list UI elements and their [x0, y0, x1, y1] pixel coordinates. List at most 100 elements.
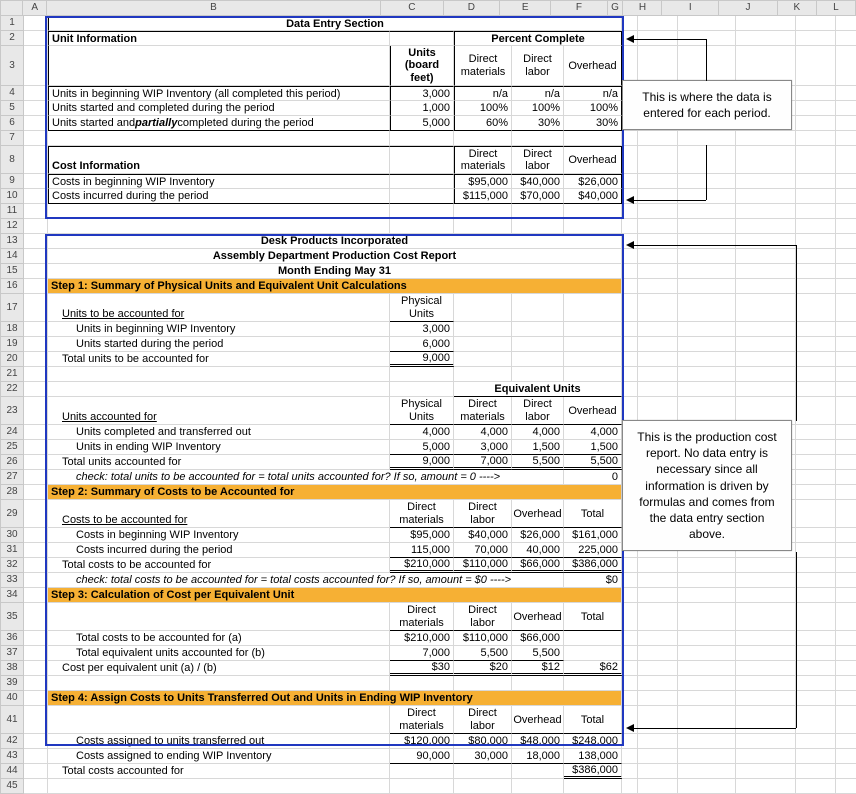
- row-2[interactable]: 2: [0, 31, 24, 46]
- row-18[interactable]: 18: [0, 322, 24, 337]
- col-H[interactable]: H: [623, 0, 662, 16]
- step3-header: Step 3: Calculation of Cost per Equivale…: [48, 588, 622, 603]
- row-10[interactable]: 10: [0, 189, 24, 204]
- row-35[interactable]: 35: [0, 603, 24, 631]
- arrow-line: [634, 39, 706, 40]
- row-37[interactable]: 37: [0, 646, 24, 661]
- unit-row-dl[interactable]: n/a: [512, 86, 564, 101]
- row-20[interactable]: 20: [0, 352, 24, 367]
- callout-text: This is where the data is entered for ea…: [642, 90, 771, 120]
- arrow-icon: [626, 724, 634, 732]
- col-C[interactable]: C: [381, 0, 444, 16]
- dm-hdr-1: Direct materials: [454, 46, 512, 86]
- row-28[interactable]: 28: [0, 485, 24, 500]
- arrow-line: [634, 245, 796, 246]
- brace-line: [796, 245, 797, 421]
- physical-units-hdr: Physical Units: [390, 294, 454, 322]
- row-16[interactable]: 16: [0, 279, 24, 294]
- brace-line: [706, 39, 707, 81]
- row-40[interactable]: 40: [0, 691, 24, 706]
- row-29[interactable]: 29: [0, 500, 24, 528]
- callout-text: This is the production cost report. No d…: [637, 430, 776, 541]
- row-27[interactable]: 27: [0, 470, 24, 485]
- corner-cell[interactable]: [0, 0, 23, 16]
- col-I[interactable]: I: [662, 0, 719, 16]
- row-44[interactable]: 44: [0, 764, 24, 779]
- row-38[interactable]: 38: [0, 661, 24, 676]
- row-31[interactable]: 31: [0, 543, 24, 558]
- report-title: Assembly Department Production Cost Repo…: [48, 249, 622, 264]
- row-7[interactable]: 7: [0, 131, 24, 146]
- row-30[interactable]: 30: [0, 528, 24, 543]
- row-45[interactable]: 45: [0, 779, 24, 794]
- units-board-feet-hdr: Units (board feet): [390, 46, 454, 86]
- cost-row-label: Costs in beginning WIP Inventory: [48, 174, 390, 189]
- row-19[interactable]: 19: [0, 337, 24, 352]
- row-25[interactable]: 25: [0, 440, 24, 455]
- col-E[interactable]: E: [500, 0, 551, 16]
- equivalent-units-hdr: Equivalent Units: [454, 382, 622, 397]
- row-17[interactable]: 17: [0, 294, 24, 322]
- row-36[interactable]: 36: [0, 631, 24, 646]
- col-D[interactable]: D: [444, 0, 501, 16]
- col-L[interactable]: L: [817, 0, 856, 16]
- callout-report: This is the production cost report. No d…: [622, 420, 792, 551]
- grid[interactable]: Data Entry Section Unit Information Perc…: [24, 16, 856, 794]
- row-43[interactable]: 43: [0, 749, 24, 764]
- row-32[interactable]: 32: [0, 558, 24, 573]
- data-entry-title: Data Entry Section: [48, 16, 622, 31]
- row-15[interactable]: 15: [0, 264, 24, 279]
- row-21[interactable]: 21: [0, 367, 24, 382]
- col-F[interactable]: F: [551, 0, 608, 16]
- arrow-icon: [626, 35, 634, 43]
- col-G[interactable]: G: [608, 0, 624, 16]
- check-note: check: total units to be accounted for =…: [48, 470, 564, 485]
- col-B[interactable]: B: [47, 0, 381, 16]
- row-26[interactable]: 26: [0, 455, 24, 470]
- row-8[interactable]: 8: [0, 146, 24, 174]
- row-34[interactable]: 34: [0, 588, 24, 603]
- row-22[interactable]: 22: [0, 382, 24, 397]
- row-24[interactable]: 24: [0, 425, 24, 440]
- unit-row-u[interactable]: 3,000: [390, 86, 454, 101]
- row-1[interactable]: 1: [0, 16, 24, 31]
- unit-row-oh[interactable]: n/a: [564, 86, 622, 101]
- col-A[interactable]: A: [23, 0, 46, 16]
- row-9[interactable]: 9: [0, 174, 24, 189]
- row-3[interactable]: 3: [0, 46, 24, 86]
- row-33[interactable]: 33: [0, 573, 24, 588]
- cost-row-label: Costs incurred during the period: [48, 189, 390, 204]
- row-12[interactable]: 12: [0, 219, 24, 234]
- unit-row-label: Units started and completed during the p…: [48, 101, 390, 116]
- row-14[interactable]: 14: [0, 249, 24, 264]
- unit-row-u[interactable]: 1,000: [390, 101, 454, 116]
- row-42[interactable]: 42: [0, 734, 24, 749]
- row-11[interactable]: 11: [0, 204, 24, 219]
- unit-row-dm[interactable]: n/a: [454, 86, 512, 101]
- brace-line: [796, 552, 797, 728]
- cost-information-header: Cost Information: [48, 146, 390, 174]
- dl-hdr-1: Direct labor: [512, 46, 564, 86]
- col-K[interactable]: K: [778, 0, 817, 16]
- col-J[interactable]: J: [719, 0, 778, 16]
- row-13[interactable]: 13: [0, 234, 24, 249]
- dm-hdr-2: Direct materials: [454, 146, 512, 174]
- row-23[interactable]: 23: [0, 397, 24, 425]
- row-4[interactable]: 4: [0, 86, 24, 101]
- step2-header: Step 2: Summary of Costs to be Accounted…: [48, 485, 622, 500]
- step1-header: Step 1: Summary of Physical Units and Eq…: [48, 279, 622, 294]
- oh-hdr-1: Overhead: [564, 46, 622, 86]
- row-41[interactable]: 41: [0, 706, 24, 734]
- dl-hdr-2: Direct labor: [512, 146, 564, 174]
- costs-to-be-accounted-for: Costs to be accounted for: [48, 500, 390, 528]
- brace-line: [706, 145, 707, 200]
- row-6[interactable]: 6: [0, 116, 24, 131]
- row-5[interactable]: 5: [0, 101, 24, 116]
- check-note: check: total costs to be accounted for =…: [48, 573, 564, 588]
- arrow-line: [634, 200, 706, 201]
- arrow-icon: [626, 241, 634, 249]
- units-to-be-accounted-for: Units to be accounted for: [48, 294, 390, 322]
- row-39[interactable]: 39: [0, 676, 24, 691]
- row-headers: 1234567891011121314151617181920212223242…: [0, 16, 24, 794]
- callout-data-entry: This is where the data is entered for ea…: [622, 80, 792, 130]
